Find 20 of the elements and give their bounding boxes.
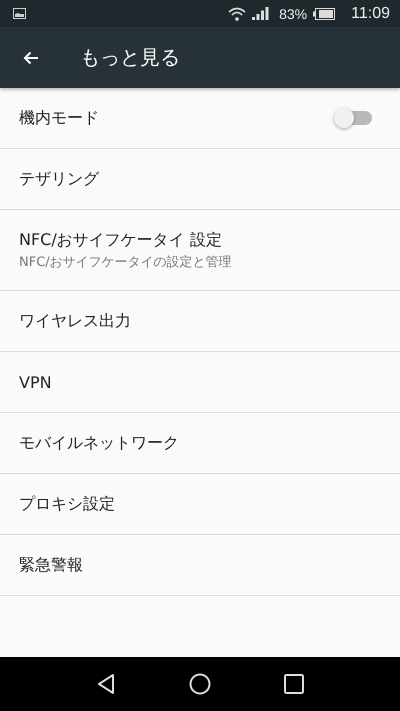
- signal-icon: [252, 7, 270, 20]
- settings-item[interactable]: モバイルネットワーク: [0, 413, 400, 474]
- wifi-icon: [228, 6, 246, 20]
- battery-icon: [313, 8, 336, 20]
- settings-item[interactable]: ワイヤレス出力: [0, 291, 400, 352]
- settings-item[interactable]: VPN: [0, 352, 400, 413]
- screen-title: もっと見る: [80, 44, 180, 71]
- settings-item[interactable]: 緊急警報: [0, 535, 400, 596]
- home-icon[interactable]: [188, 673, 211, 695]
- back-icon[interactable]: [96, 673, 116, 695]
- settings-item[interactable]: 機内モード: [0, 88, 400, 149]
- settings-item[interactable]: NFC/おサイフケータイ 設定 NFC/おサイフケータイの設定と管理: [0, 210, 400, 291]
- settings-item[interactable]: テザリング: [0, 149, 400, 210]
- back-arrow-icon[interactable]: [23, 50, 39, 64]
- toggle-switch[interactable]: [336, 111, 372, 125]
- settings-item[interactable]: プロキシ設定: [0, 474, 400, 535]
- battery-percent: 83%: [279, 6, 308, 22]
- clock: 11:09: [351, 4, 390, 22]
- image-icon: [13, 8, 26, 19]
- recents-icon[interactable]: [284, 674, 304, 694]
